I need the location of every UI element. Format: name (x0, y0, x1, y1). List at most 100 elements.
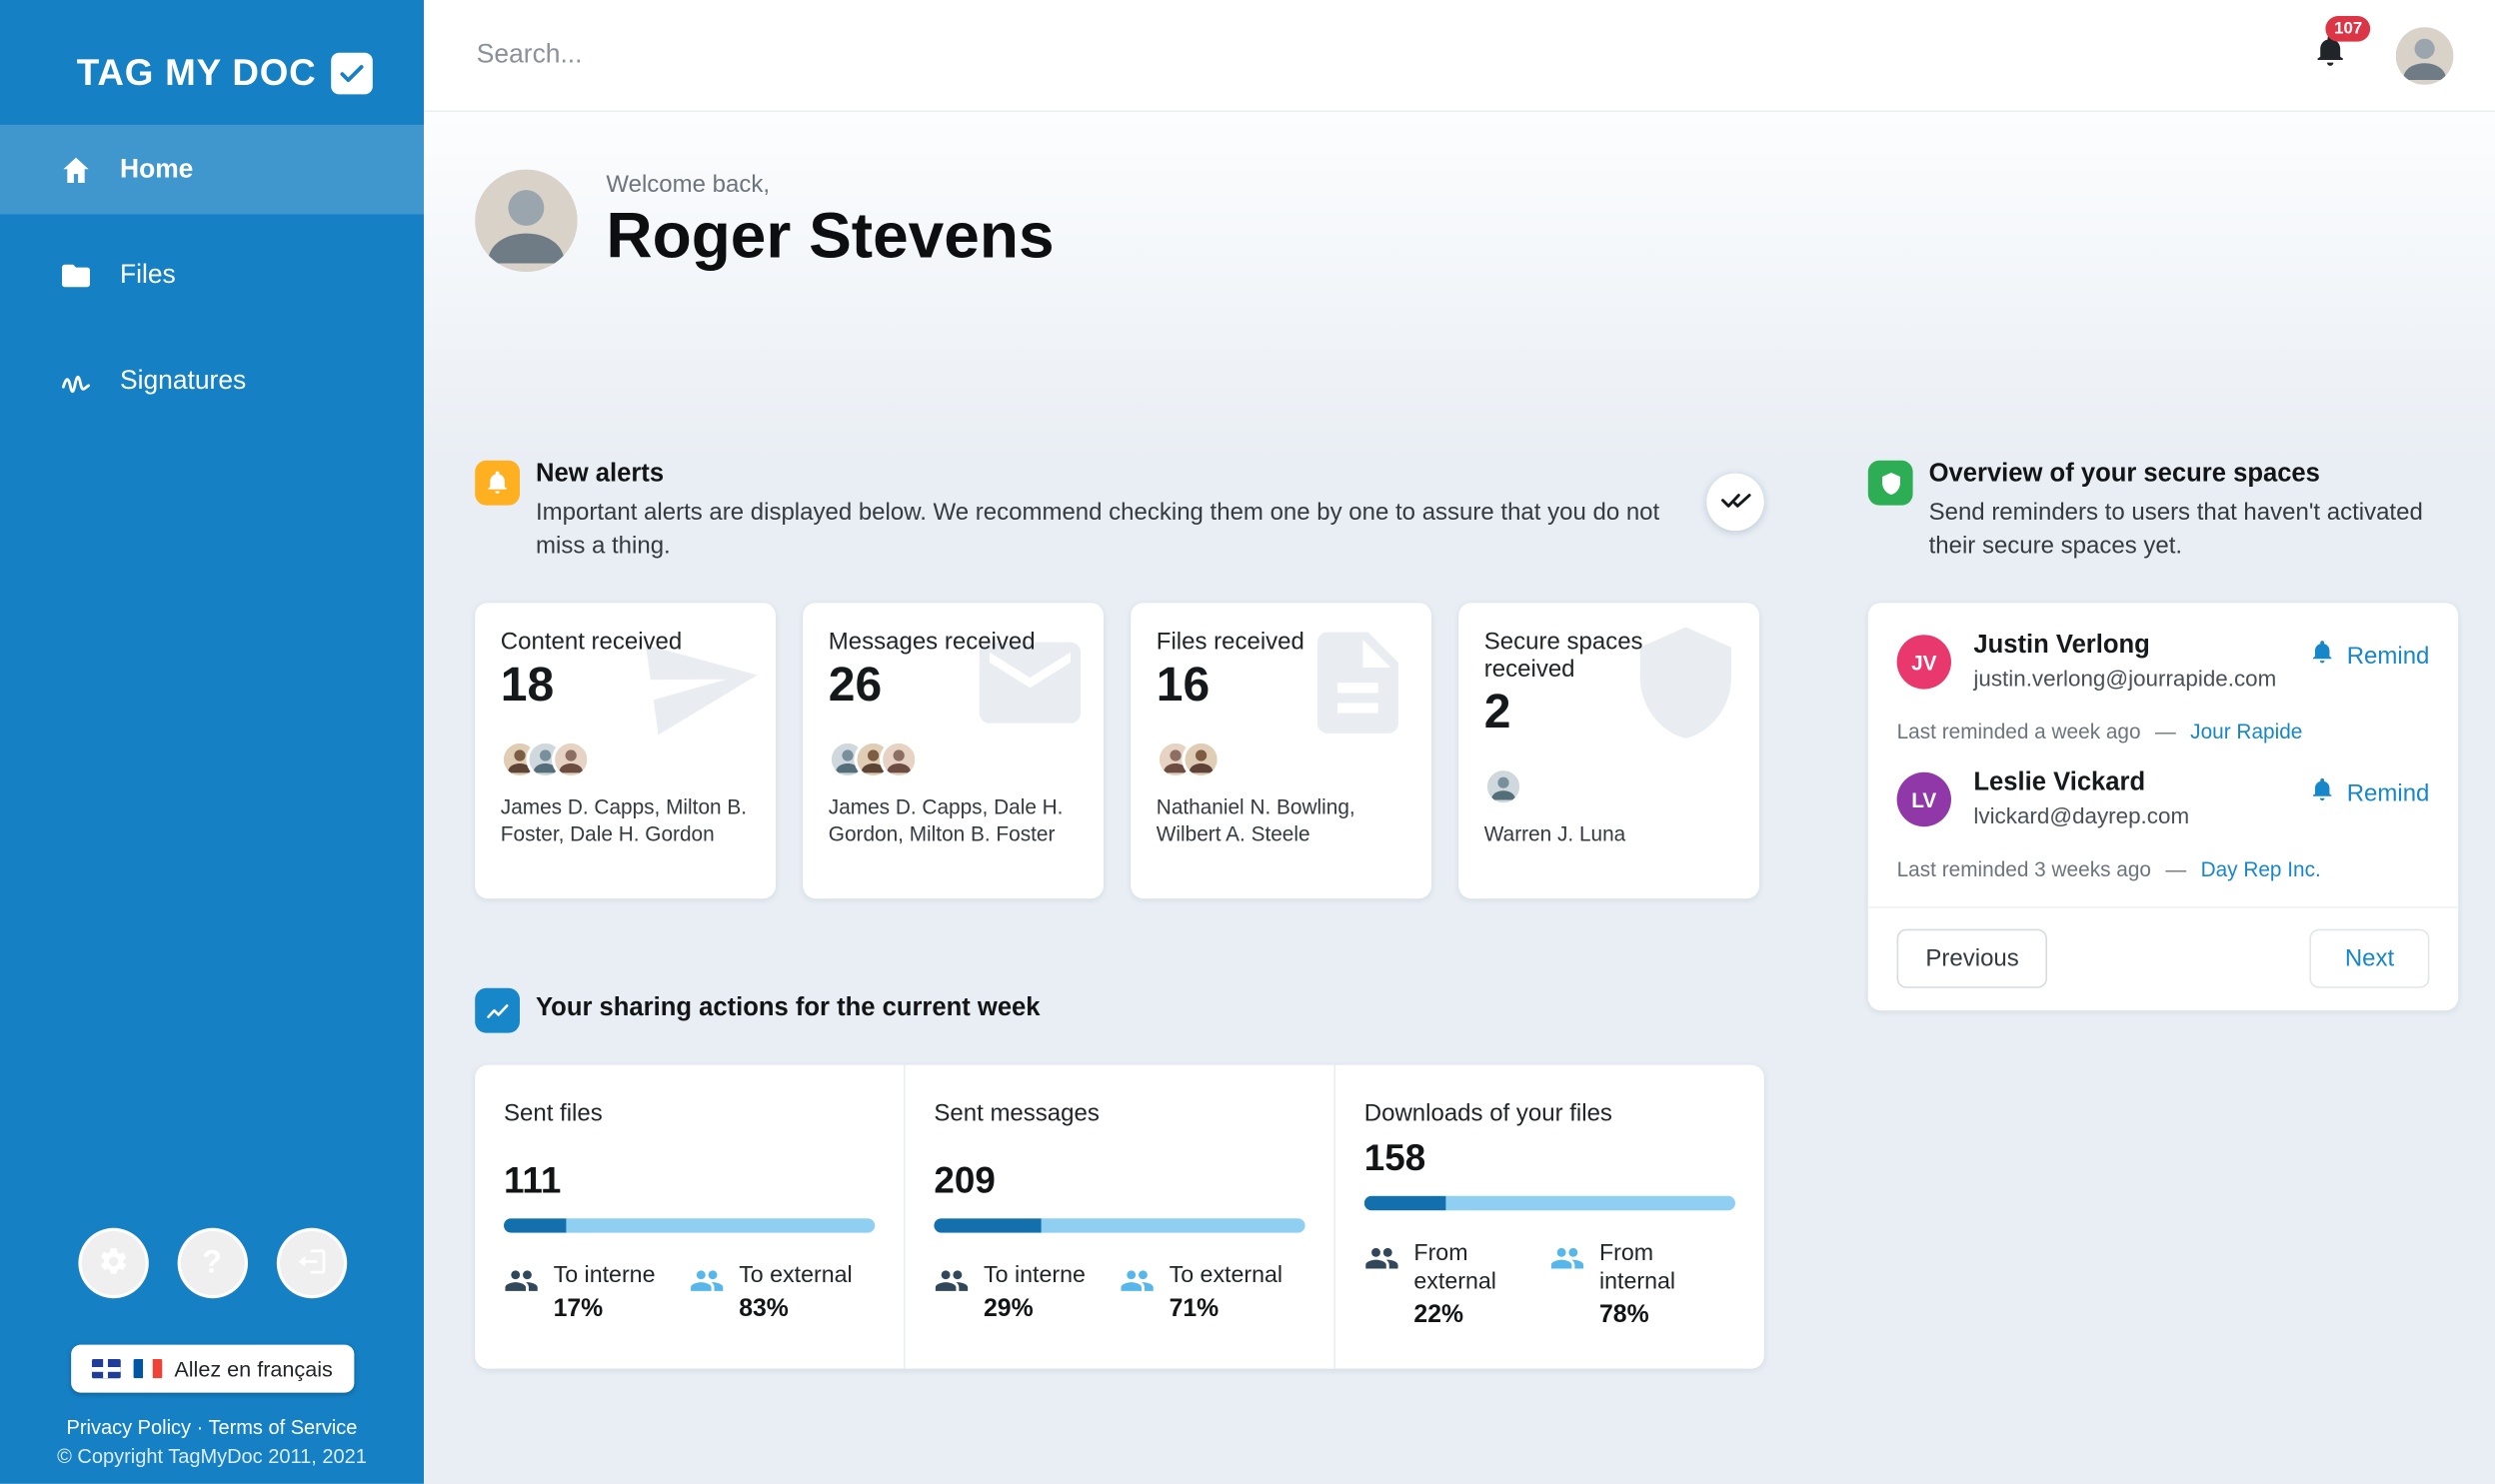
terms-link[interactable]: Terms of Service (208, 1417, 357, 1439)
stat-internal: From internal 78% (1549, 1239, 1735, 1331)
remind-button[interactable]: Remind (2310, 640, 2430, 672)
logout-icon (295, 1245, 327, 1282)
brand-logo[interactable]: TAG MY DOC (77, 51, 424, 94)
logo-check-icon (331, 52, 373, 94)
stat-external: From external 22% (1364, 1239, 1550, 1331)
person-avatar (1484, 767, 1522, 805)
dash-separator: — (2165, 857, 2186, 881)
card-count: 2 (1484, 687, 1737, 741)
initials-avatar: JV (1897, 635, 1951, 689)
person-avatar (1182, 741, 1220, 778)
sharing-title: Your sharing actions for the current wee… (536, 991, 1041, 1026)
stat-external: To external 83% (690, 1262, 876, 1325)
left-column: New alerts Important alerts are displaye… (475, 458, 1764, 1369)
alerts-header-text: New alerts Important alerts are displaye… (536, 458, 1679, 565)
double-check-icon (1720, 485, 1750, 520)
content-received-card[interactable]: Content received 18 James D. Capps, Milt… (475, 603, 776, 898)
previous-button[interactable]: Previous (1897, 929, 2048, 988)
notifications-button[interactable]: 107 (2313, 34, 2348, 77)
right-column: Overview of your secure spaces Send remi… (1868, 458, 2458, 1011)
stat-half-value: 71% (1170, 1295, 1283, 1324)
secure-spaces-received-card[interactable]: Secure spaces received 2 Warren J. Luna (1458, 603, 1759, 898)
stat-value: 158 (1364, 1137, 1735, 1180)
card-names: James D. Capps, Milton B. Foster, Dale H… (501, 793, 754, 848)
help-button[interactable]: ? (177, 1228, 247, 1298)
sidebar-item-signatures[interactable]: Signatures (0, 336, 424, 426)
notification-count-badge: 107 (2326, 16, 2370, 41)
sidebar-nav: Home Files Signatures (0, 125, 424, 426)
remind-label: Remind (2347, 643, 2430, 670)
welcome-text: Welcome back, Roger Stevens (606, 170, 1054, 271)
logout-button[interactable] (276, 1228, 346, 1298)
next-button[interactable]: Next (2310, 929, 2430, 988)
sidebar: TAG MY DOC Home Files (0, 0, 424, 1484)
remind-button[interactable]: Remind (2310, 777, 2430, 809)
last-reminded-line: Last reminded a week ago — Jour Rapide (1897, 720, 2430, 743)
sidebar-item-files[interactable]: Files (0, 230, 424, 320)
card-names: Nathaniel N. Bowling, Wilbert A. Steele (1157, 793, 1409, 848)
copyright-text: © Copyright TagMyDoc 2011, 2021 (0, 1443, 424, 1471)
secure-spaces-description: Send reminders to users that haven't act… (1929, 495, 2459, 565)
sidebar-item-home[interactable]: Home (0, 125, 424, 215)
stat-value: 111 (504, 1159, 875, 1202)
main-content: Welcome back, Roger Stevens New alerts I… (424, 112, 2495, 1484)
progress-bar (934, 1218, 1304, 1232)
company-link[interactable]: Jour Rapide (2190, 720, 2302, 743)
user-avatar[interactable] (2396, 26, 2454, 84)
bell-icon (2310, 777, 2336, 809)
alerts-title: New alerts (536, 458, 1679, 493)
bell-icon (2313, 48, 2348, 75)
sent-files-stat: Sent files 111 To interne (475, 1065, 904, 1369)
dashboard-columns: New alerts Important alerts are displaye… (475, 458, 2456, 1369)
progress-bar-fill (934, 1218, 1042, 1232)
company-link[interactable]: Day Rep Inc. (2201, 857, 2321, 881)
stat-half-value: 22% (1413, 1302, 1528, 1331)
card-names: James D. Capps, Dale H. Gordon, Milton B… (829, 793, 1082, 848)
people-icon (1364, 1241, 1399, 1276)
secure-user-row: JV Justin Verlong justin.verlong@jourrap… (1897, 632, 2430, 706)
stat-half-value: 17% (554, 1295, 656, 1324)
folder-icon (59, 258, 93, 292)
card-count: 26 (829, 659, 1082, 713)
card-label: Content received (501, 629, 754, 656)
search-input[interactable] (477, 40, 2313, 70)
stat-internal: To interne 29% (934, 1262, 1120, 1325)
stat-breakdown: From external 22% From internal (1364, 1239, 1735, 1331)
card-avatars (501, 741, 754, 778)
language-switch-button[interactable]: Allez en français (70, 1345, 353, 1393)
card-label: Secure spaces received (1484, 629, 1737, 683)
bell-icon (2310, 640, 2336, 672)
initials-avatar: LV (1897, 772, 1951, 826)
sidebar-footer: Privacy Policy · Terms of Service © Copy… (0, 1415, 424, 1471)
person-avatar (552, 741, 590, 778)
sidebar-item-label: Files (120, 260, 176, 290)
settings-button[interactable] (78, 1228, 148, 1298)
secure-spaces-title: Overview of your secure spaces (1929, 458, 2459, 493)
messages-received-card[interactable]: Messages received 26 James D. Capps, Dal… (803, 603, 1104, 898)
mark-all-read-button[interactable] (1706, 474, 1764, 532)
legal-links: Privacy Policy · Terms of Service (0, 1415, 424, 1443)
card-label: Files received (1157, 629, 1409, 656)
remind-label: Remind (2347, 779, 2430, 806)
privacy-policy-link[interactable]: Privacy Policy (67, 1417, 191, 1439)
alert-bell-icon (475, 461, 520, 506)
stat-half-label: From external (1413, 1239, 1528, 1297)
people-icon (1549, 1241, 1584, 1276)
card-avatars (1157, 741, 1409, 778)
stat-half-value: 29% (984, 1295, 1086, 1324)
secure-spaces-header: Overview of your secure spaces Send remi… (1868, 458, 2458, 565)
card-count: 16 (1157, 659, 1409, 713)
last-reminded-line: Last reminded 3 weeks ago — Day Rep Inc. (1897, 857, 2430, 881)
secure-spaces-card: JV Justin Verlong justin.verlong@jourrap… (1868, 603, 2458, 1010)
topbar: 107 (424, 0, 2495, 112)
stat-half-label: To interne (554, 1262, 656, 1291)
stat-internal: To interne 17% (504, 1262, 690, 1325)
link-separator: · (197, 1417, 204, 1439)
sent-messages-stat: Sent messages 209 To interne (904, 1065, 1333, 1369)
files-received-card[interactable]: Files received 16 Nathaniel N. Bowling, … (1131, 603, 1431, 898)
progress-bar-fill (504, 1218, 567, 1232)
language-switch-label: Allez en français (174, 1357, 333, 1381)
stat-label: Downloads of your files (1364, 1100, 1735, 1127)
welcome-greeting: Welcome back, (606, 170, 1054, 197)
people-icon (690, 1263, 725, 1298)
